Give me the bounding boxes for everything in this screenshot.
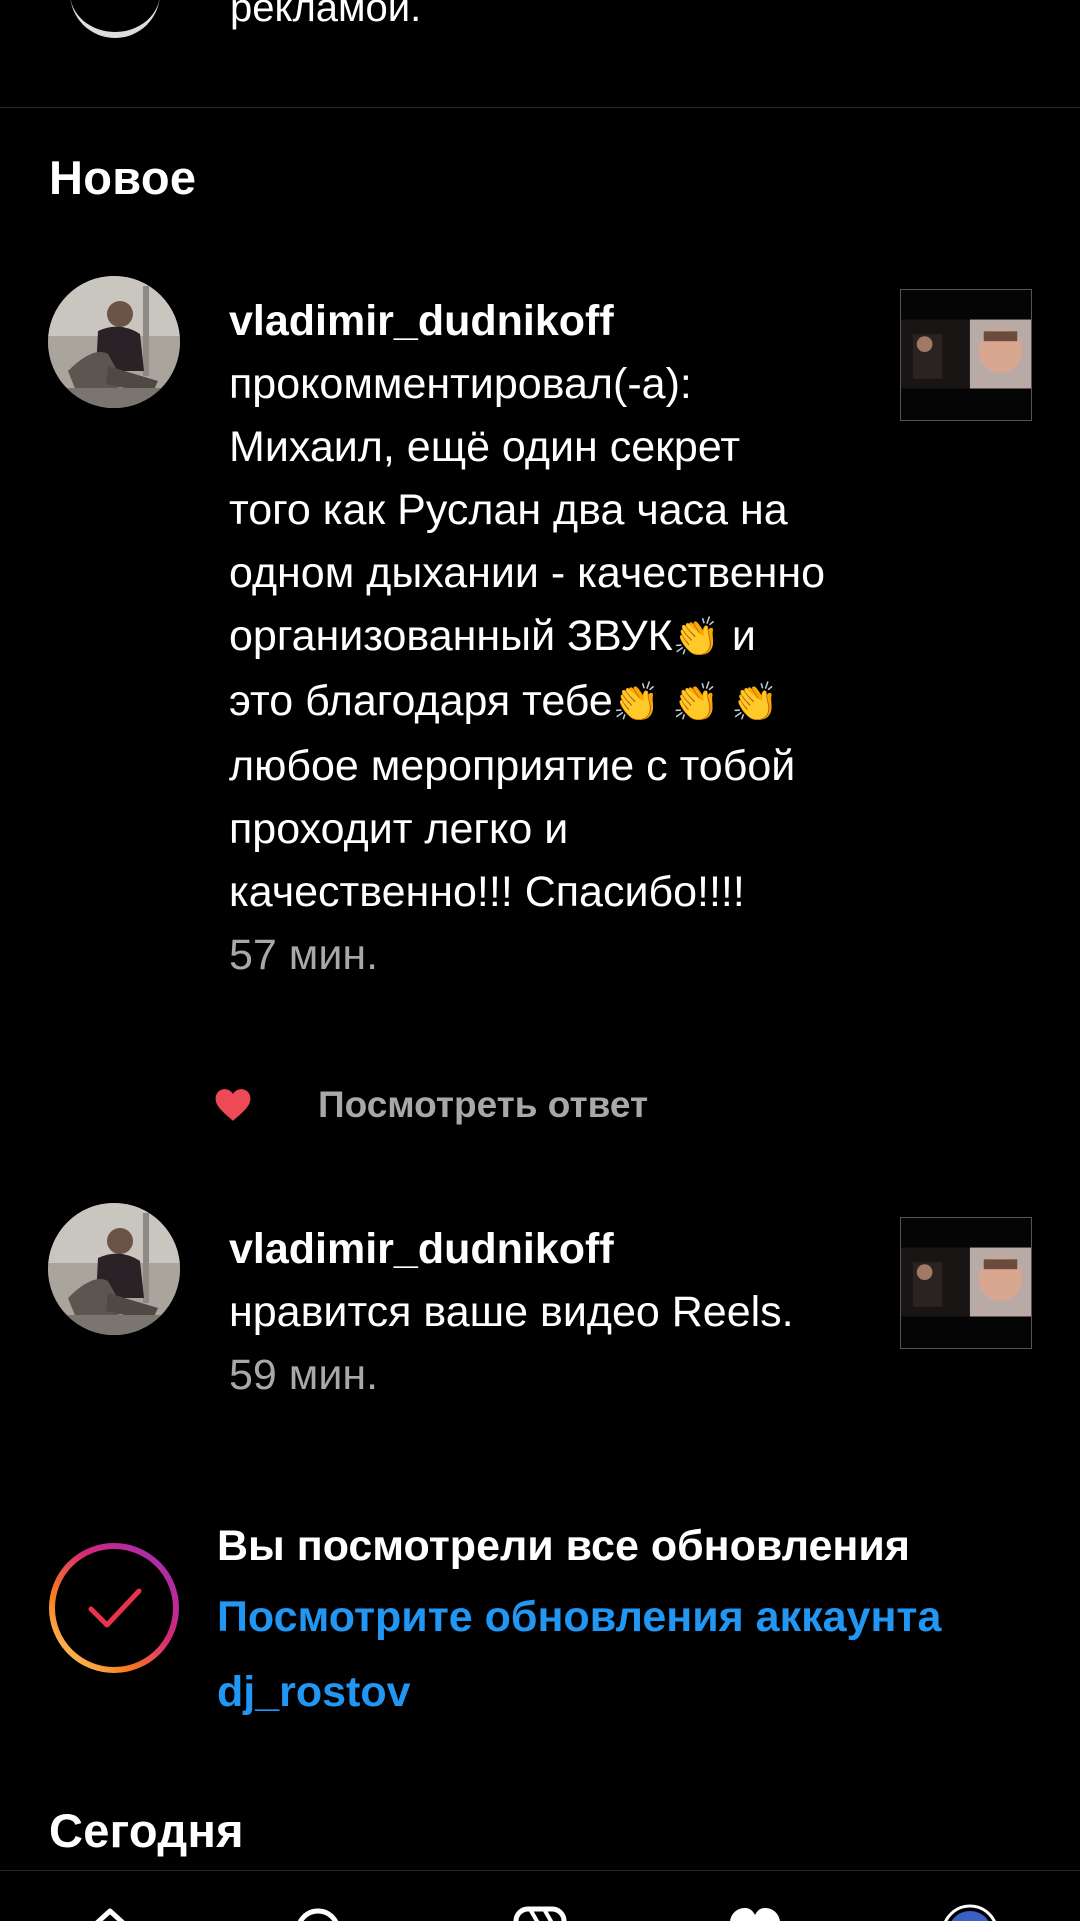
caught-up-title: Вы посмотрели все обновления bbox=[217, 1522, 910, 1570]
post-thumbnail[interactable] bbox=[900, 1217, 1032, 1349]
notification-username[interactable]: vladimir_dudnikoff bbox=[229, 1218, 829, 1281]
profile-avatar-icon[interactable] bbox=[940, 1903, 1000, 1921]
previous-avatar bbox=[70, 0, 160, 38]
avatar[interactable] bbox=[48, 276, 180, 408]
clapping-hands-emoji: 👏 bbox=[731, 682, 779, 724]
notification-time: 59 мин. bbox=[229, 1351, 379, 1399]
previous-notification-text: рекламой. bbox=[230, 0, 422, 30]
check-icon bbox=[49, 1543, 179, 1673]
notification-text: нравится ваше видео Reels. bbox=[229, 1288, 794, 1336]
avatar-photo bbox=[48, 276, 180, 408]
notification-time: 57 мин. bbox=[229, 931, 379, 979]
caught-up-block: Вы посмотрели все обновления Посмотрите … bbox=[217, 1512, 1057, 1730]
section-title-today: Сегодня bbox=[49, 1804, 244, 1857]
previous-notification[interactable]: рекламой. bbox=[0, 0, 1080, 108]
avatar-photo bbox=[48, 1203, 180, 1335]
view-reply-link[interactable]: Посмотреть ответ bbox=[318, 1084, 648, 1126]
comment-actions: Посмотреть ответ bbox=[214, 1080, 648, 1130]
post-thumbnail-image bbox=[901, 1218, 1031, 1348]
clapping-hands-emoji: 👏 bbox=[612, 682, 661, 724]
heart-icon[interactable] bbox=[214, 1087, 252, 1123]
reels-icon[interactable] bbox=[510, 1903, 570, 1921]
notification-like[interactable]: vladimir_dudnikoff нравится ваше видео R… bbox=[229, 1218, 829, 1407]
clapping-hands-emoji: 👏 bbox=[672, 682, 720, 724]
avatar[interactable] bbox=[48, 1203, 180, 1335]
post-thumbnail[interactable] bbox=[900, 289, 1032, 421]
view-account-updates-link[interactable]: Посмотрите обновления аккаунта dj_rostov bbox=[217, 1580, 1057, 1730]
search-icon[interactable] bbox=[290, 1903, 350, 1921]
activity-heart-icon[interactable] bbox=[725, 1903, 785, 1921]
notification-comment[interactable]: vladimir_dudnikoff прокомментировал(-а):… bbox=[229, 290, 829, 987]
section-title-new: Новое bbox=[49, 151, 197, 204]
clapping-hands-emoji: 👏 bbox=[672, 617, 720, 659]
home-icon[interactable] bbox=[80, 1903, 140, 1921]
comment-text-part3: любое мероприятие с тобой проходит легко… bbox=[229, 742, 796, 916]
bottom-navigation bbox=[0, 1870, 1080, 1921]
post-thumbnail-image bbox=[901, 290, 1031, 420]
notification-username[interactable]: vladimir_dudnikoff bbox=[229, 290, 829, 353]
activity-screen: рекламой. Новое vladimir_dudnikoff проко… bbox=[0, 0, 1080, 1921]
